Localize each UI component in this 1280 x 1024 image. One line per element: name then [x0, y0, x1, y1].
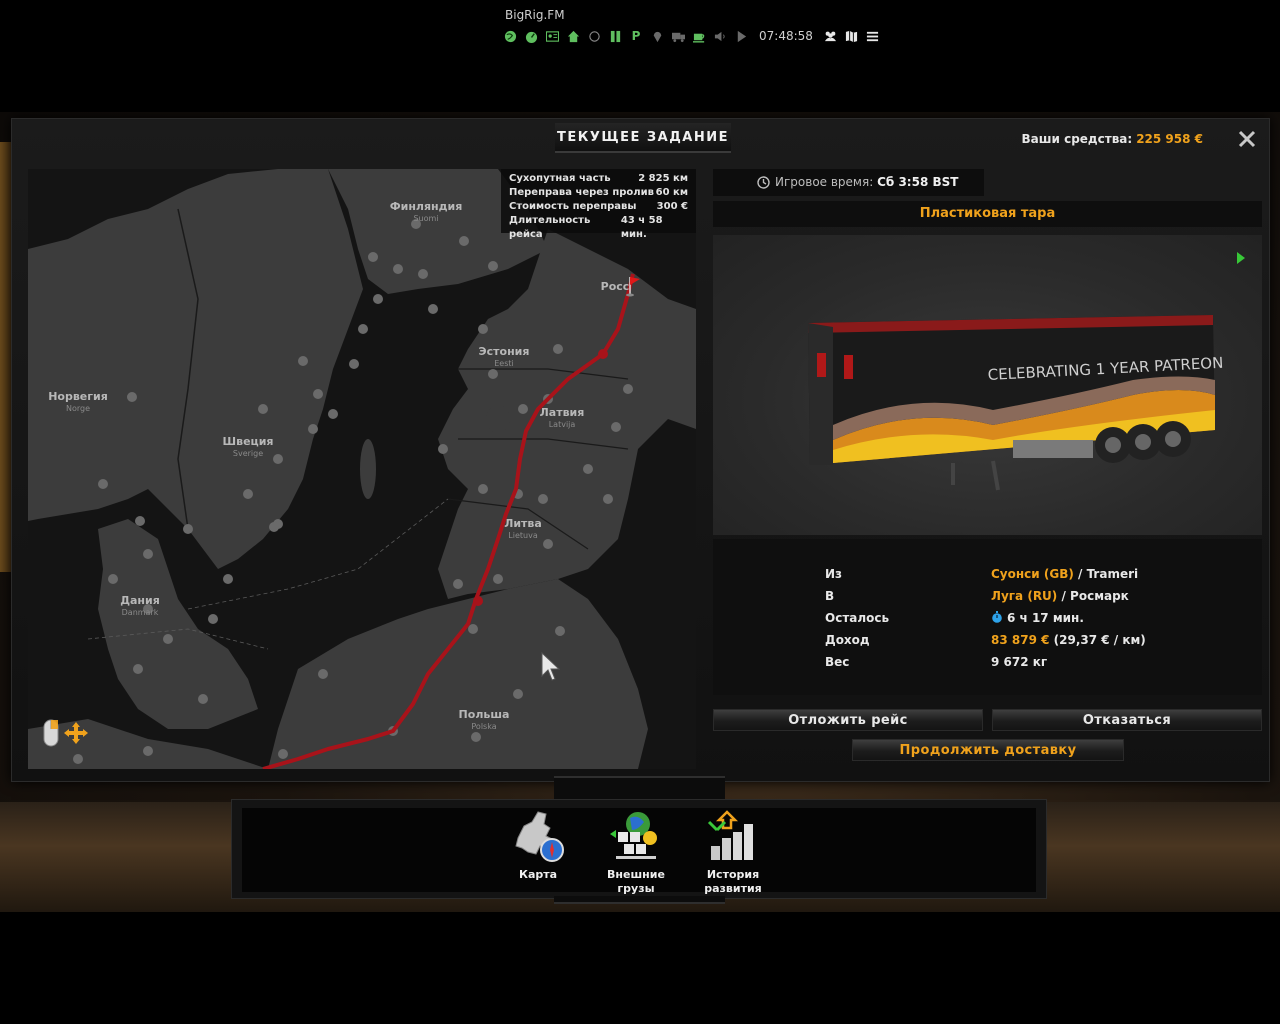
dock-label-progress-history: История развития	[704, 868, 762, 895]
map-label-latvia: Латвия Latvija	[539, 406, 585, 430]
detail-to: В Луга (RU) / Росмарк	[825, 589, 1129, 603]
mouse-cursor-icon	[541, 652, 561, 681]
trailer-preview: CELEBRATING 1 YEAR PATREON	[713, 235, 1262, 535]
map-label-denmark: Дания Danmark	[120, 594, 160, 618]
progress-history-icon	[707, 810, 753, 860]
detail-from: Из Суонси (GB) / Trameri	[825, 567, 1139, 581]
stopwatch-icon	[992, 611, 1002, 623]
pause-icon[interactable]	[608, 29, 622, 43]
income-value: 83 879 €	[991, 633, 1050, 647]
from-city: Суонси (GB)	[991, 567, 1074, 581]
postpone-job-button[interactable]: Отложить рейс	[713, 709, 983, 731]
home-icon[interactable]	[566, 29, 580, 43]
route-map[interactable]: Финляндия Suomi Росс Эстония Eesti Норвеги…	[28, 169, 696, 769]
volume-icon[interactable]	[713, 29, 727, 43]
europe-map-icon	[515, 811, 564, 862]
map-icon[interactable]	[845, 29, 859, 43]
funds-display: Ваши средства: 225 958 €	[1022, 132, 1203, 146]
map-label-russia: Росс	[600, 280, 630, 293]
globe-icon[interactable]	[503, 29, 517, 43]
group-icon[interactable]	[824, 29, 838, 43]
circle-icon[interactable]	[587, 29, 601, 43]
map-label-lithuania: Литва Lietuva	[504, 517, 542, 541]
stat-row: Длительность рейса 43 ч 58 мин.	[509, 215, 663, 240]
continue-delivery-button[interactable]: Продолжить доставку	[852, 739, 1124, 761]
overlay-toolbar: P 07:48:58	[503, 28, 880, 44]
mouse-icon	[43, 719, 59, 747]
mouse-pan-hint	[42, 719, 88, 749]
funds-value: 225 958 €	[1136, 132, 1203, 146]
close-button[interactable]	[1237, 129, 1257, 149]
detail-income: Доход 83 879 € (29,37 € / км)	[825, 633, 1146, 647]
weight-value: 9 672 кг	[991, 655, 1048, 669]
route-stats-panel: Сухопутная часть 2 825 км Переправа через…	[501, 169, 696, 240]
map-label-estonia: Эстония Eesti	[478, 345, 530, 369]
map-label-sweden: Швеция Sverige	[222, 435, 274, 459]
game-time-value: Сб 3:58 BST	[877, 175, 959, 189]
current-job-window: ТЕКУЩЕЕ ЗАДАНИЕ Ваши средства:225 958 €	[11, 118, 1270, 782]
radio-overlay-bar: BigRig.FM P 07:48:58	[0, 0, 1280, 112]
stat-row: Сухопутная часть 2 825 км	[509, 173, 688, 184]
detail-weight: Вес 9 672 кг	[825, 655, 1048, 669]
income-rate: (29,37 € / км)	[1049, 633, 1146, 647]
speedometer-icon[interactable]	[524, 29, 538, 43]
to-company: / Росмарк	[1057, 589, 1129, 603]
map-pin-icon[interactable]	[650, 29, 664, 43]
dock-tab-bottom	[554, 896, 725, 904]
stat-row: Стоимость переправы 300 €	[509, 201, 688, 212]
coffee-icon[interactable]	[692, 29, 706, 43]
map-graphic	[28, 169, 696, 769]
play-icon[interactable]	[1236, 251, 1246, 265]
parking-icon[interactable]: P	[629, 29, 643, 43]
dock-item-progress-history[interactable]: История развития	[693, 808, 773, 896]
truck-icon[interactable]	[671, 29, 685, 43]
external-cargo-icon	[610, 812, 657, 859]
dock-item-external-cargo[interactable]: Внешние грузы	[596, 808, 676, 896]
dock-item-map[interactable]: Карта	[498, 808, 578, 882]
overlay-clock: 07:48:58	[759, 29, 813, 43]
cancel-job-button[interactable]: Отказаться	[992, 709, 1262, 731]
menu-icon[interactable]	[866, 29, 880, 43]
dock-label-map: Карта	[518, 868, 558, 881]
map-label-norway: Норвегия Norge	[48, 390, 108, 414]
cargo-name: Пластиковая тара	[713, 201, 1262, 227]
window-title: ТЕКУЩЕЕ ЗАДАНИЕ	[555, 123, 731, 153]
game-time-label: Игровое время:	[775, 175, 874, 189]
radio-station-name: BigRig.FM	[505, 8, 565, 22]
trailer-image: CELEBRATING 1 YEAR PATREON	[808, 315, 1224, 491]
from-company: / Trameri	[1073, 567, 1139, 581]
clock-icon	[757, 176, 770, 189]
job-details-panel: Из Суонси (GB) / Trameri В Луга (RU) / Р…	[713, 539, 1262, 695]
funds-label: Ваши средства:	[1021, 132, 1133, 146]
game-time-display: Игровое время: Сб 3:58 BST	[713, 169, 984, 196]
stat-row: Переправа через пролив 60 км	[509, 187, 688, 198]
map-label-poland: Польша Polska	[458, 708, 510, 732]
to-city: Луга (RU)	[991, 589, 1058, 603]
close-icon	[1238, 130, 1256, 148]
move-arrows-icon	[64, 722, 88, 744]
remaining-value: 6 ч 17 мин.	[1007, 611, 1084, 625]
bottom-letterbox	[0, 912, 1280, 1024]
play-icon[interactable]	[734, 29, 748, 43]
id-card-icon[interactable]	[545, 29, 559, 43]
detail-remaining: Осталось 6 ч 17 мин.	[825, 611, 1084, 625]
dock-label-external-cargo: Внешние грузы	[607, 868, 665, 895]
map-label-finland: Финляндия Suomi	[389, 200, 463, 224]
